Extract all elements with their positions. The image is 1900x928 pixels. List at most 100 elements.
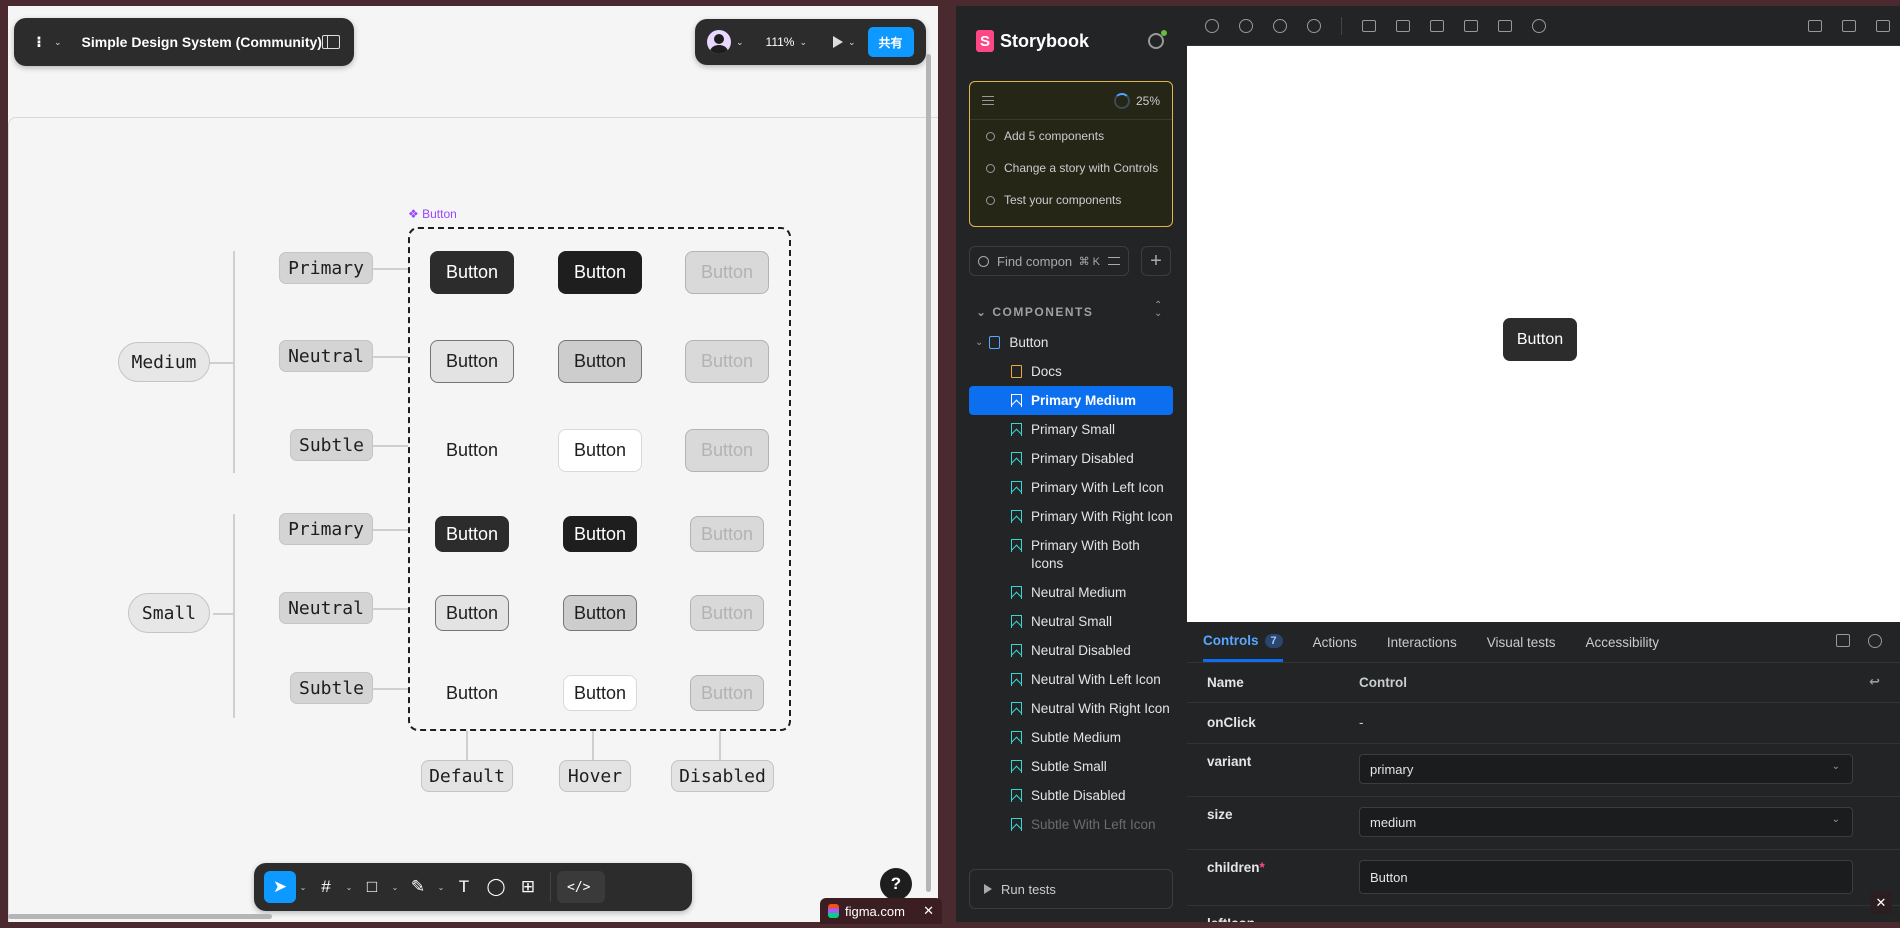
- tab-accessibility[interactable]: Accessibility: [1586, 622, 1660, 662]
- tree-item-story[interactable]: Subtle Disabled: [969, 781, 1173, 810]
- close-icon[interactable]: ✕: [1870, 892, 1892, 914]
- panel-orientation-icon[interactable]: [1836, 634, 1850, 647]
- checklist-item[interactable]: Change a story with Controls: [970, 152, 1172, 184]
- tree-item-story[interactable]: Neutral Small: [969, 607, 1173, 636]
- tab-interactions[interactable]: Interactions: [1387, 622, 1457, 662]
- shape-tool-icon[interactable]: □: [356, 871, 388, 903]
- close-icon[interactable]: ✕: [923, 903, 934, 919]
- run-tests-button[interactable]: Run tests: [969, 869, 1173, 909]
- chevron-down-icon[interactable]: ⌄: [54, 37, 62, 48]
- chevron-down-icon[interactable]: ⌄: [848, 37, 856, 48]
- tree-item-story[interactable]: Primary With Left Icon: [969, 473, 1173, 502]
- state-label-hover[interactable]: Hover: [559, 760, 631, 792]
- prop-label-primary[interactable]: Primary: [279, 513, 373, 545]
- component-set-frame[interactable]: [408, 227, 791, 731]
- button-neutral-small-hover[interactable]: Button: [563, 595, 637, 631]
- button-neutral-small-disabled[interactable]: Button: [690, 595, 764, 631]
- chevron-down-icon[interactable]: ⌄: [342, 883, 356, 892]
- button-subtle-medium-default[interactable]: Button: [430, 429, 514, 472]
- state-label-disabled[interactable]: Disabled: [671, 760, 774, 792]
- tree-item-story[interactable]: Neutral With Right Icon: [969, 694, 1173, 723]
- preview-button[interactable]: Button: [1503, 318, 1577, 361]
- zoom-in-icon[interactable]: [1239, 18, 1253, 33]
- open-new-tab-icon[interactable]: [1876, 19, 1890, 32]
- button-subtle-small-hover[interactable]: Button: [563, 675, 637, 711]
- zoom-reset-icon[interactable]: [1307, 18, 1321, 33]
- tree-item-story[interactable]: Primary Small: [969, 415, 1173, 444]
- size-label-small[interactable]: Small: [128, 593, 210, 633]
- button-subtle-medium-disabled[interactable]: Button: [685, 429, 769, 472]
- tree-item-story[interactable]: Neutral Medium: [969, 578, 1173, 607]
- chevron-down-icon[interactable]: ⌄: [388, 883, 402, 892]
- button-primary-medium-hover[interactable]: Button: [558, 251, 642, 294]
- prop-label-primary[interactable]: Primary: [279, 252, 373, 284]
- button-subtle-medium-hover[interactable]: Button: [558, 429, 642, 472]
- chevron-down-icon[interactable]: ⌄: [296, 883, 310, 892]
- prop-label-neutral[interactable]: Neutral: [279, 592, 373, 624]
- horizontal-scrollbar[interactable]: [8, 914, 272, 919]
- button-primary-medium-disabled[interactable]: Button: [685, 251, 769, 294]
- prop-label-neutral[interactable]: Neutral: [279, 340, 373, 372]
- sidebar-section-components[interactable]: ⌄ COMPONENTS: [976, 305, 1093, 319]
- move-tool-icon[interactable]: ➤: [264, 871, 296, 903]
- chevron-down-icon[interactable]: ⌄: [434, 883, 448, 892]
- close-panel-icon[interactable]: [1868, 634, 1882, 648]
- filter-icon[interactable]: [1108, 257, 1120, 265]
- button-neutral-medium-disabled[interactable]: Button: [685, 340, 769, 383]
- background-icon[interactable]: [1396, 19, 1410, 32]
- onboarding-checklist[interactable]: 25% Add 5 components Change a story with…: [969, 81, 1173, 227]
- avatar[interactable]: [707, 30, 731, 54]
- share-button[interactable]: 共有: [867, 27, 914, 57]
- tab-visual-tests[interactable]: Visual tests: [1487, 622, 1556, 662]
- frame-tool-icon[interactable]: #: [310, 871, 342, 903]
- button-neutral-small-default[interactable]: Button: [435, 595, 509, 631]
- grid-icon[interactable]: [1362, 19, 1376, 32]
- file-name[interactable]: Simple Design System (Community): [82, 34, 322, 50]
- browser-tab[interactable]: figma.com ✕: [820, 898, 942, 924]
- button-primary-small-disabled[interactable]: Button: [690, 516, 764, 552]
- share-icon[interactable]: [1842, 19, 1856, 32]
- button-subtle-small-disabled[interactable]: Button: [690, 675, 764, 711]
- settings-icon[interactable]: [1148, 30, 1167, 49]
- tree-item-story[interactable]: Subtle Small: [969, 752, 1173, 781]
- size-select[interactable]: medium ⌄: [1359, 807, 1853, 837]
- variant-select[interactable]: primary ⌄: [1359, 754, 1853, 784]
- checklist-item[interactable]: Test your components: [970, 184, 1172, 216]
- fullscreen-icon[interactable]: [1808, 19, 1822, 32]
- present-icon[interactable]: [833, 36, 844, 48]
- viewport-icon[interactable]: [1430, 19, 1444, 32]
- storybook-logo[interactable]: S Storybook: [976, 30, 1089, 52]
- prop-label-subtle[interactable]: Subtle: [290, 672, 373, 704]
- vertical-scrollbar[interactable]: [926, 54, 931, 892]
- size-label-medium[interactable]: Medium: [118, 342, 210, 382]
- figma-logo-icon[interactable]: ⁝: [28, 31, 50, 53]
- comment-tool-icon[interactable]: ◯: [480, 871, 512, 903]
- tree-item-docs[interactable]: Docs: [969, 357, 1173, 386]
- button-neutral-medium-hover[interactable]: Button: [558, 340, 642, 383]
- help-button[interactable]: ?: [880, 868, 912, 900]
- text-tool-icon[interactable]: T: [448, 871, 480, 903]
- search-input[interactable]: Find compon ⌘ K: [969, 246, 1129, 276]
- tree-item-story[interactable]: Primary Disabled: [969, 444, 1173, 473]
- component-set-label[interactable]: ❖ Button: [408, 207, 457, 221]
- children-text-input[interactable]: Button: [1359, 860, 1853, 894]
- button-primary-small-hover[interactable]: Button: [563, 516, 637, 552]
- zoom-level[interactable]: 111%: [766, 35, 795, 49]
- actions-tool-icon[interactable]: ⊞: [512, 871, 544, 903]
- tab-actions[interactable]: Actions: [1313, 622, 1357, 662]
- tree-item-story[interactable]: Neutral Disabled: [969, 636, 1173, 665]
- state-label-default[interactable]: Default: [421, 760, 513, 792]
- reset-controls-icon[interactable]: ↩: [1869, 674, 1880, 690]
- checklist-header[interactable]: 25%: [970, 82, 1172, 120]
- accessibility-icon[interactable]: [1532, 18, 1546, 33]
- button-primary-medium-default[interactable]: Button: [430, 251, 514, 294]
- tab-controls[interactable]: Controls 7: [1203, 622, 1283, 662]
- add-story-button[interactable]: +: [1141, 246, 1171, 276]
- tree-item-story[interactable]: Subtle With Left Icon: [969, 810, 1173, 839]
- tree-component-button[interactable]: ⌄ Button: [969, 328, 1173, 357]
- chevron-down-icon[interactable]: ⌄: [799, 37, 807, 48]
- outline-icon[interactable]: [1498, 19, 1512, 32]
- dev-mode-icon[interactable]: </>: [557, 871, 605, 903]
- button-primary-small-default[interactable]: Button: [435, 516, 509, 552]
- tree-item-story[interactable]: Primary Medium: [969, 386, 1173, 415]
